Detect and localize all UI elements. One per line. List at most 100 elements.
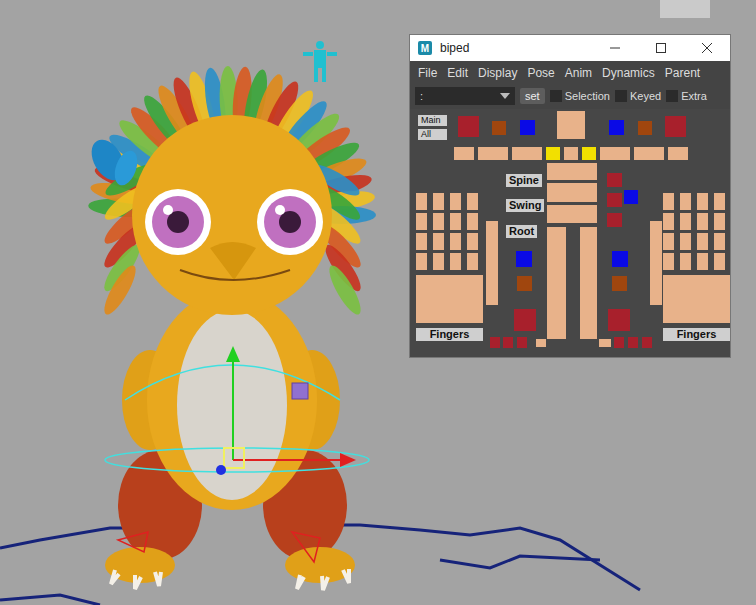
picker-control[interactable] [680,233,691,250]
toggle[interactable]: Selection [550,90,610,102]
checkbox[interactable] [666,90,678,102]
picker-window[interactable]: Mbiped File Edit Display Pose Anim Dynamics Par… [410,35,730,357]
picker-label[interactable]: Root [506,225,537,238]
picker-control[interactable] [416,253,427,270]
picker-control[interactable] [608,309,630,331]
picker-control[interactable] [614,337,624,348]
picker-control[interactable] [650,221,662,305]
picker-control[interactable] [714,193,725,210]
menu-item[interactable]: File [418,65,437,81]
checkbox[interactable] [550,90,562,102]
picker-control[interactable] [416,275,483,323]
picker-control[interactable] [697,213,708,230]
picker-control[interactable] [680,193,691,210]
toggle[interactable]: Extra [666,90,707,102]
menu-item[interactable]: Pose [527,65,554,81]
picker-control[interactable] [520,120,535,135]
picker-control[interactable] [628,337,638,348]
picker-control[interactable] [416,213,427,230]
picker-control[interactable] [663,213,674,230]
picker-control[interactable] [547,205,597,223]
menu-item[interactable]: Anim [565,65,592,81]
picker-control[interactable] [547,183,597,202]
picker-control[interactable] [547,163,597,180]
picker-control[interactable] [680,213,691,230]
picker-control[interactable] [467,233,478,250]
set-button[interactable]: set [520,88,545,104]
character[interactable] [88,66,376,590]
picker-control[interactable] [454,147,474,160]
picker-label[interactable]: Main [418,115,447,126]
picker-control[interactable] [478,147,508,160]
picker-control[interactable] [680,253,691,270]
picker-control[interactable] [516,251,532,267]
picker-control[interactable] [663,233,674,250]
picker-control[interactable] [599,339,611,347]
character-set-icon[interactable] [303,41,337,82]
picker-control[interactable] [433,253,444,270]
picker-control[interactable] [663,275,730,323]
manipulator-icon[interactable] [105,346,369,562]
picker-control[interactable] [433,233,444,250]
picker-label[interactable]: Fingers [416,328,483,341]
picker-control[interactable] [607,213,622,227]
picker-control[interactable] [433,193,444,210]
picker-control[interactable] [450,253,461,270]
picker-control[interactable] [663,193,674,210]
picker-control[interactable] [546,147,560,160]
picker-control[interactable] [467,193,478,210]
picker-control[interactable] [697,233,708,250]
picker-control[interactable] [433,213,444,230]
picker-control[interactable] [450,233,461,250]
picker-control[interactable] [547,227,566,339]
minimize-icon[interactable] [592,35,638,61]
picker-control[interactable] [503,337,513,348]
picker-control[interactable] [492,121,506,135]
picker-control[interactable] [536,339,546,347]
picker-label[interactable]: Fingers [663,328,730,341]
picker-control[interactable] [490,337,500,348]
menu-item[interactable]: Display [478,65,517,81]
picker-control[interactable] [467,213,478,230]
picker-control[interactable] [580,227,597,339]
namespace-dropdown[interactable]: : [415,87,515,105]
picker-label[interactable]: Swing [506,199,544,212]
toggle[interactable]: Keyed [615,90,661,102]
menu-item[interactable]: Edit [447,65,468,81]
picker-control[interactable] [450,193,461,210]
picker-control[interactable] [450,213,461,230]
menu-item[interactable]: Parent [665,65,700,81]
picker-control[interactable] [697,253,708,270]
close-icon[interactable] [684,35,730,61]
picker-control[interactable] [564,147,578,160]
picker-control[interactable] [697,193,708,210]
picker-control[interactable] [612,251,628,267]
picker-control[interactable] [609,120,624,135]
picker-control[interactable] [714,253,725,270]
picker-control[interactable] [458,116,479,137]
picker-control[interactable] [665,116,686,137]
picker-control[interactable] [624,190,638,204]
picker-control[interactable] [638,121,652,135]
checkbox[interactable] [615,90,627,102]
picker-control[interactable] [600,147,630,160]
viewport-button[interactable] [660,0,710,18]
picker-control[interactable] [416,193,427,210]
picker-label[interactable]: Spine [506,174,542,187]
menu-item[interactable]: Dynamics [602,65,655,81]
picker-control[interactable] [668,147,688,160]
picker-control[interactable] [582,147,596,160]
picker-control[interactable] [607,193,622,207]
picker-control[interactable] [467,253,478,270]
title-bar[interactable]: Mbiped [410,35,730,61]
picker-control[interactable] [517,276,532,291]
picker-control[interactable] [607,173,622,187]
picker-control[interactable] [512,147,542,160]
picker-control[interactable] [517,337,527,348]
picker-control[interactable] [486,221,498,305]
picker-control[interactable] [663,253,674,270]
picker-control[interactable] [557,111,585,139]
picker-control[interactable] [634,147,664,160]
picker-control[interactable] [612,276,627,291]
picker-control[interactable] [416,233,427,250]
